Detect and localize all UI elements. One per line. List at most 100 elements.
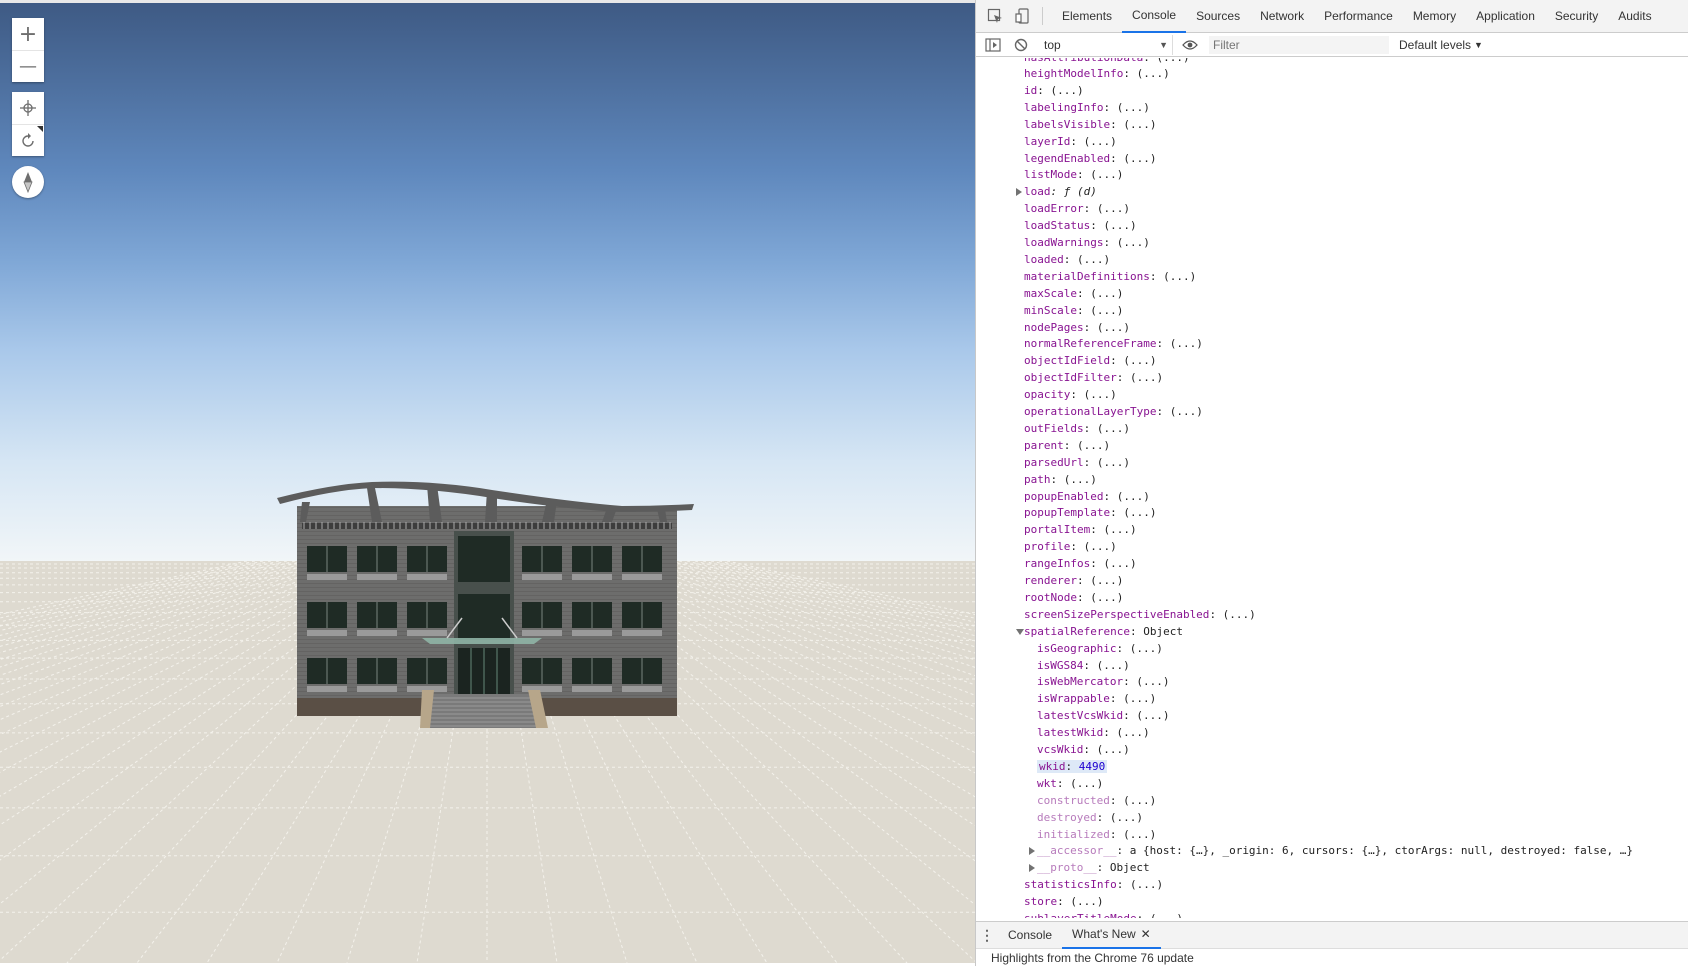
building-model: [277, 481, 694, 728]
property-value: : (...): [1110, 151, 1157, 165]
tab-audits[interactable]: Audits: [1608, 0, 1661, 33]
drawer-tab-label: What's New: [1072, 927, 1136, 941]
drawer-tab-console[interactable]: Console: [998, 921, 1062, 949]
property-key: popupTemplate: [1024, 506, 1111, 520]
console-property-row: minScale: (...): [1024, 303, 1123, 319]
chevron-down-icon: ▼: [1474, 39, 1483, 50]
console-property-row: id: (...): [1024, 83, 1084, 99]
property-value: : (...): [1123, 709, 1170, 723]
filter-input[interactable]: [1209, 35, 1389, 54]
more-options-icon[interactable]: ⋮: [976, 927, 998, 944]
console-property-row: wkid: 4490: [1037, 759, 1108, 775]
property-value: : (...): [1076, 574, 1124, 587]
property-key: spatialReference: [1024, 624, 1130, 638]
sidebar-toggle-button[interactable]: [982, 34, 1004, 56]
property-key: isWrappable: [1037, 692, 1110, 706]
property-value: : (...): [1063, 252, 1111, 266]
console-property-row: parent: (...): [1024, 438, 1110, 454]
console-property-row[interactable]: __proto__: Object: [1029, 860, 1150, 876]
console-property-row: constructed: (...): [1037, 793, 1156, 809]
property-key: popupEnabled: [1024, 489, 1104, 503]
collapsed-triangle-icon[interactable]: [1016, 188, 1022, 197]
tab-sources[interactable]: Sources: [1186, 0, 1250, 33]
console-property-row: screenSizePerspectiveEnabled: (...): [1024, 607, 1256, 623]
compass-button[interactable]: [12, 166, 44, 198]
drawer-tab-whats-new[interactable]: What's New ✕: [1062, 921, 1161, 949]
rotate-icon: [22, 132, 34, 147]
chevron-down-icon: ▼: [1159, 39, 1168, 50]
console-property-row[interactable]: spatialReference: Object: [1016, 624, 1183, 640]
console-property-row: popupTemplate: (...): [1024, 505, 1156, 521]
pan-button[interactable]: [12, 92, 44, 124]
property-key: wkt: [1037, 776, 1057, 790]
tab-network[interactable]: Network: [1250, 0, 1314, 33]
context-selector[interactable]: top ▼: [1038, 34, 1173, 55]
scene-view[interactable]: + —: [0, 3, 975, 963]
property-value: : (...): [1103, 100, 1150, 114]
tab-security[interactable]: Security: [1545, 0, 1608, 33]
collapsed-triangle-icon[interactable]: [1029, 847, 1035, 856]
tab-memory[interactable]: Memory: [1403, 0, 1466, 33]
console-property-row: path: (...): [1024, 472, 1097, 488]
rotate-button[interactable]: [12, 124, 44, 156]
property-value: : (...): [1076, 286, 1124, 300]
property-key: portalItem: [1024, 523, 1091, 537]
property-value: : (...): [1056, 776, 1104, 790]
property-value: 4490: [1078, 759, 1106, 773]
property-key: __proto__: [1037, 861, 1097, 875]
tab-elements[interactable]: Elements: [1052, 0, 1122, 33]
property-value: : (...): [1116, 878, 1164, 892]
property-key: maxScale: [1024, 286, 1077, 300]
console-property-row: loadStatus: (...): [1024, 218, 1137, 234]
device-toggle-icon: [1015, 8, 1029, 24]
console-property-row: loadError: (...): [1024, 201, 1130, 217]
console-property-row: latestWkid: (...): [1037, 725, 1150, 741]
close-icon[interactable]: ✕: [1141, 927, 1151, 941]
property-value: : (...): [1083, 658, 1130, 672]
expanded-triangle-icon[interactable]: [1016, 628, 1024, 635]
property-key: materialDefinitions: [1024, 269, 1150, 283]
console-property-row: opacity: (...): [1024, 387, 1117, 403]
log-levels-dropdown[interactable]: Default levels ▼: [1399, 38, 1483, 52]
zoom-out-button[interactable]: —: [12, 50, 44, 82]
property-value: : (...): [1076, 303, 1124, 317]
property-value: : (...): [1109, 827, 1157, 841]
console-property-row: listMode: (...): [1024, 167, 1123, 183]
property-value: : (...): [1103, 236, 1150, 249]
console-property-row: isWrappable: (...): [1037, 691, 1156, 707]
whats-new-body: Highlights from the Chrome 76 update: [991, 951, 1194, 965]
zoom-in-button[interactable]: +: [12, 18, 44, 50]
property-key: loadStatus: [1024, 219, 1091, 233]
console-property-row: normalReferenceFrame: (...): [1024, 336, 1203, 352]
tab-application[interactable]: Application: [1466, 0, 1545, 33]
property-key: objectIdFilter: [1024, 371, 1117, 385]
console-property-row[interactable]: load: ƒ (d): [1016, 184, 1097, 200]
property-value: : (...): [1110, 354, 1157, 368]
tab-console[interactable]: Console: [1122, 0, 1187, 33]
zoom-in-icon: +: [18, 21, 38, 47]
property-key: loadWarnings: [1024, 236, 1104, 249]
property-key: latestVcsWkid: [1037, 709, 1124, 723]
clear-console-button[interactable]: [1010, 34, 1032, 56]
inspect-icon: [987, 8, 1002, 23]
property-key: renderer: [1024, 574, 1077, 587]
collapsed-triangle-icon[interactable]: [1029, 864, 1035, 873]
live-expression-button[interactable]: [1179, 34, 1201, 56]
console-property-row: destroyed: (...): [1037, 810, 1143, 826]
property-key: outFields: [1024, 421, 1084, 435]
console-property-row: initialized: (...): [1037, 827, 1156, 843]
property-key: constructed: [1037, 793, 1110, 807]
property-value: : (...): [1156, 337, 1203, 351]
highlighted-entry: wkid: 4490: [1037, 759, 1108, 773]
property-value: : (...): [1116, 371, 1164, 385]
inspect-element-button[interactable]: [982, 3, 1008, 29]
console-property-row[interactable]: __accessor__: a {host: {…}, _origin: 6, …: [1029, 843, 1633, 859]
clear-icon: [1014, 38, 1028, 51]
property-value: : (...): [1083, 202, 1130, 216]
window: + — Elements Console Sources Network Per…: [0, 0, 1688, 966]
device-toolbar-button[interactable]: [1010, 3, 1036, 29]
console-output[interactable]: hasAttributionData: (...) heightModelInf…: [976, 58, 1688, 918]
tab-performance[interactable]: Performance: [1314, 0, 1403, 33]
property-key: rangeInfos: [1024, 557, 1091, 571]
property-value: : (...): [1083, 421, 1130, 435]
